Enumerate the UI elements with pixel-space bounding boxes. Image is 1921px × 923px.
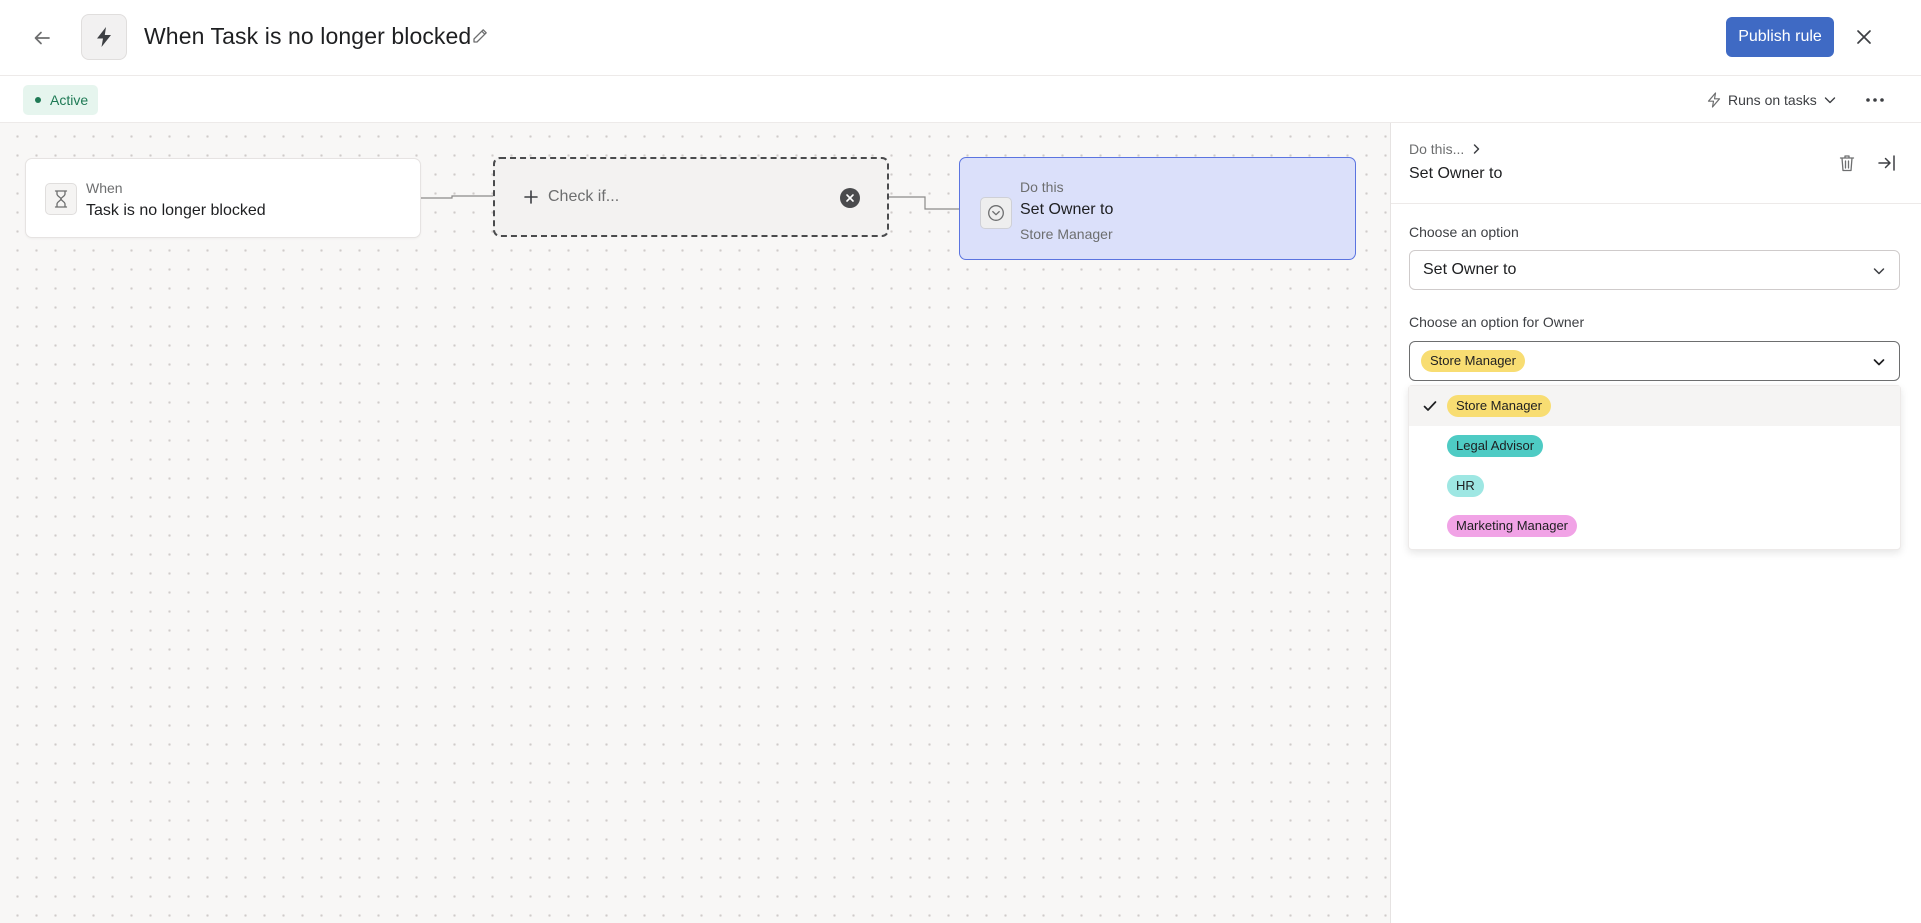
owner-options-menu: Store Manager Legal Advisor HR Marketing… xyxy=(1408,385,1901,550)
panel-header: Do this... Set Owner to xyxy=(1391,123,1921,204)
add-condition xyxy=(521,187,541,207)
rule-toolbar: Active Runs on tasks xyxy=(0,77,1921,123)
lightning-outline-icon xyxy=(1707,92,1721,108)
more-horizontal-icon xyxy=(1866,98,1884,102)
owner-field-label: Choose an option for Owner xyxy=(1409,314,1585,330)
chevron-down-icon xyxy=(1873,268,1885,275)
action-node-sub: Store Manager xyxy=(1020,226,1113,242)
remove-circle-icon xyxy=(846,194,854,202)
action-node-icon xyxy=(980,197,1012,229)
option-select[interactable]: Set Owner to xyxy=(1409,250,1900,290)
lightning-bolt-icon xyxy=(97,27,111,47)
owner-option-label: HR xyxy=(1447,475,1484,497)
option-field-label: Choose an option xyxy=(1409,224,1519,240)
publish-rule-button[interactable]: Publish rule xyxy=(1726,17,1834,57)
back-button[interactable] xyxy=(26,22,58,54)
arrow-left-icon xyxy=(34,31,50,45)
option-select-value: Set Owner to xyxy=(1423,261,1517,278)
trigger-node[interactable]: When Task is no longer blocked xyxy=(25,158,421,238)
more-options-button[interactable] xyxy=(1860,85,1890,115)
panel-title: Set Owner to xyxy=(1409,165,1503,182)
breadcrumb-label: Do this... xyxy=(1409,141,1465,157)
chevron-circle-icon xyxy=(988,205,1004,221)
owner-select-value: Store Manager xyxy=(1421,350,1525,372)
collapse-right-icon xyxy=(1878,155,1895,171)
chevron-down-icon xyxy=(1873,359,1885,366)
chevron-down-icon xyxy=(1824,97,1835,104)
plus-icon xyxy=(524,190,538,204)
delete-action-button[interactable] xyxy=(1833,149,1861,177)
action-settings-panel: Do this... Set Owner to Choose an option… xyxy=(1390,123,1921,923)
owner-option-hr[interactable]: HR xyxy=(1409,466,1900,506)
trigger-node-value: Task is no longer blocked xyxy=(86,202,266,219)
owner-option-store-manager[interactable]: Store Manager xyxy=(1409,386,1900,426)
chevron-right-icon xyxy=(1474,144,1480,154)
trigger-node-icon xyxy=(45,183,77,215)
owner-option-marketing-manager[interactable]: Marketing Manager xyxy=(1409,506,1900,546)
owner-option-legal-advisor[interactable]: Legal Advisor xyxy=(1409,426,1900,466)
trash-icon xyxy=(1839,155,1855,172)
status-label: Active xyxy=(50,92,89,108)
rule-icon xyxy=(81,14,127,60)
pencil-icon xyxy=(473,29,487,43)
check-icon xyxy=(1423,401,1437,411)
rule-title: When Task is no longer blocked xyxy=(144,23,472,49)
owner-select[interactable]: Store Manager xyxy=(1409,341,1900,381)
collapse-panel-button[interactable] xyxy=(1873,149,1901,177)
runs-on-label: Runs on tasks xyxy=(1728,92,1817,108)
action-node-label: Do this xyxy=(1020,179,1064,195)
edit-title-button[interactable] xyxy=(468,24,492,48)
breadcrumb[interactable]: Do this... xyxy=(1409,141,1482,157)
rule-header: When Task is no longer blocked Publish r… xyxy=(0,0,1921,76)
status-dot xyxy=(35,97,41,103)
runs-on-dropdown[interactable]: Runs on tasks xyxy=(1706,85,1837,115)
action-node[interactable]: Do this Set Owner to Store Manager xyxy=(959,157,1356,260)
owner-option-label: Store Manager xyxy=(1447,395,1551,417)
action-node-value: Set Owner to xyxy=(1020,201,1114,218)
owner-option-label: Marketing Manager xyxy=(1447,515,1577,537)
condition-node-label: Check if... xyxy=(548,188,620,205)
trigger-node-label: When xyxy=(86,180,123,196)
workflow-canvas[interactable]: When Task is no longer blocked Check if.… xyxy=(0,123,1390,923)
owner-option-label: Legal Advisor xyxy=(1447,435,1544,457)
remove-condition-button[interactable] xyxy=(840,188,860,208)
condition-node[interactable]: Check if... xyxy=(493,157,889,237)
close-icon xyxy=(1857,30,1871,44)
status-badge: Active xyxy=(23,85,99,115)
close-button[interactable] xyxy=(1848,21,1880,53)
hourglass-icon xyxy=(54,190,68,208)
